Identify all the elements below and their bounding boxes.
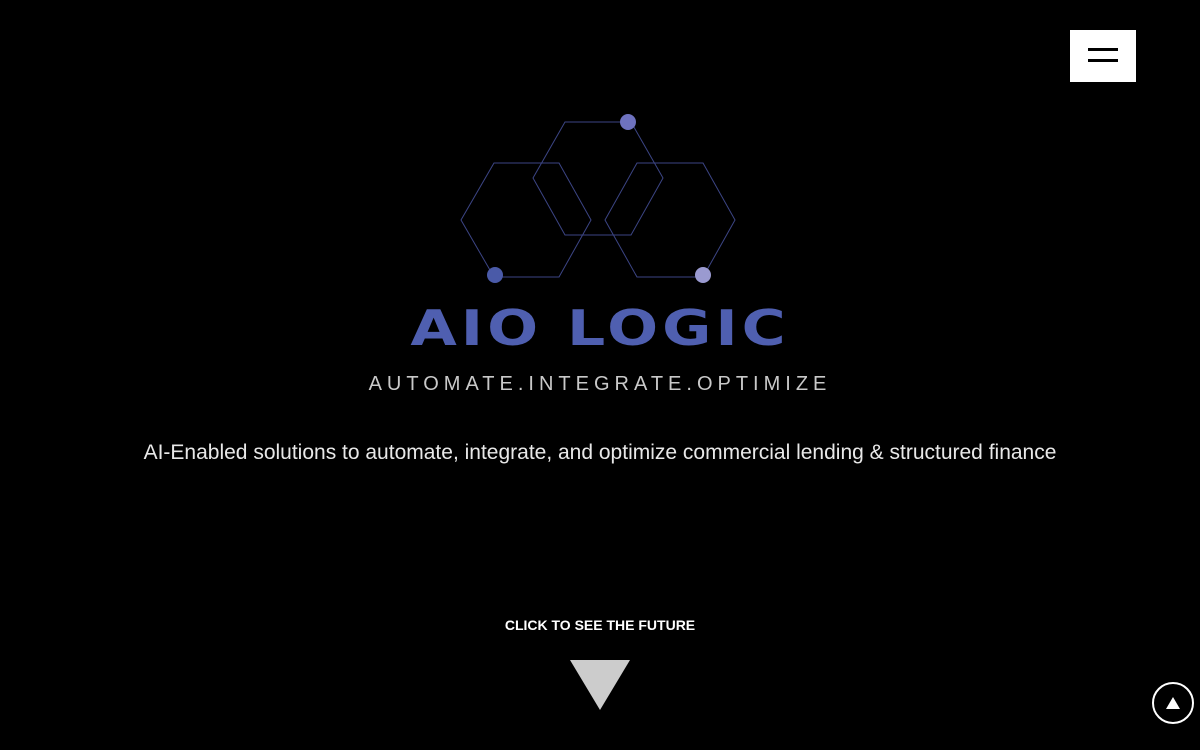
logo-hexagon-left: [460, 162, 592, 278]
logo-hexagon-top: [532, 121, 664, 236]
logo-hexagon-right: [604, 162, 736, 278]
hamburger-menu-icon-bar: [1088, 59, 1118, 62]
brand-name-part2: LOGIC: [566, 300, 790, 358]
brand-tagline: AUTOMATE.INTEGRATE.OPTIMIZE: [368, 373, 832, 395]
menu-button[interactable]: [1070, 30, 1136, 82]
brand-name: AIO LOGIC: [0, 300, 1200, 357]
logo-node-top: [620, 114, 636, 130]
up-triangle-icon: [1166, 697, 1180, 709]
logo-node-left: [487, 267, 503, 283]
cta-label[interactable]: CLICK TO SEE THE FUTURE: [0, 616, 1200, 634]
down-triangle-icon[interactable]: [570, 660, 630, 710]
logo-node-right: [695, 267, 711, 283]
scroll-to-top-button[interactable]: [1152, 682, 1194, 724]
hero-description: AI-Enabled solutions to automate, integr…: [143, 441, 1057, 464]
brand-name-part1: AIO: [410, 300, 543, 358]
hexagon-network-logo: [460, 114, 736, 283]
hamburger-menu-icon: [1088, 48, 1118, 51]
